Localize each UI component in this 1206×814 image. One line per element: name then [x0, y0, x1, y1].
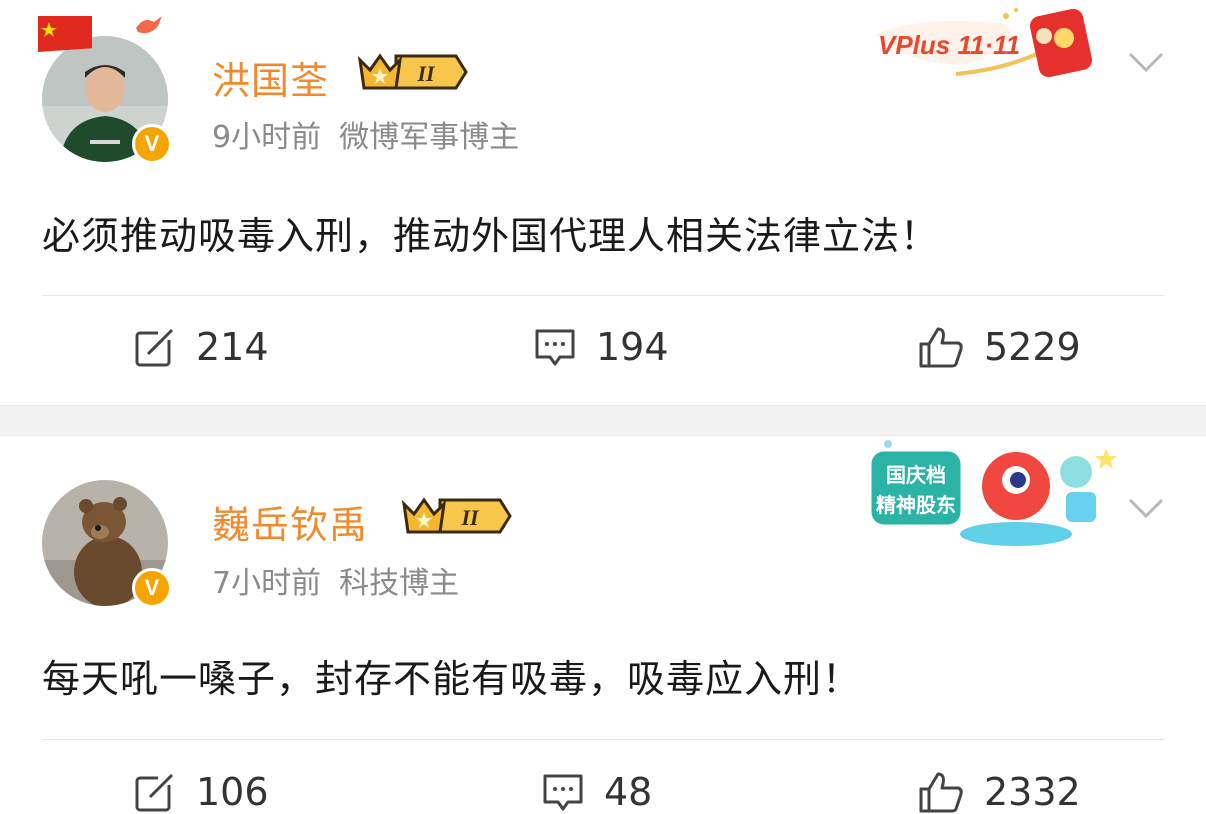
- china-flag-icon: [38, 16, 92, 52]
- post-meta: 9小时前 微博军事博主: [212, 112, 519, 156]
- vplus-banner[interactable]: VPlus 11·11: [866, 4, 1116, 86]
- level-text: II: [460, 505, 480, 530]
- author-name[interactable]: 洪国荃: [212, 50, 329, 105]
- level-text: II: [416, 61, 436, 86]
- divider: [42, 295, 1164, 296]
- post-separator: [0, 405, 1206, 436]
- crown-icon: II: [357, 53, 468, 90]
- verified-icon: V: [132, 568, 172, 608]
- post-source: 科技博主: [339, 566, 460, 601]
- verified-icon: V: [132, 124, 172, 164]
- post-time: 9小时前: [212, 120, 322, 155]
- comment-count: 48: [604, 770, 653, 814]
- repost-icon: [135, 326, 176, 367]
- like-icon: [919, 772, 963, 813]
- repost-button[interactable]: 106: [134, 770, 269, 814]
- author-avatar[interactable]: V: [38, 16, 172, 164]
- post-card: V 巍岳钦禹 II 7小时前 科技博主 国庆档 精神股东 每天吼一嗓子，封存不能有…: [0, 436, 1206, 814]
- dove-icon: [136, 16, 162, 34]
- like-button[interactable]: 2332: [918, 770, 1081, 814]
- comment-button[interactable]: 194: [534, 325, 669, 369]
- like-count: 2332: [984, 770, 1081, 814]
- banner-text: VPlus 11·11: [878, 30, 1020, 60]
- author-name[interactable]: 巍岳钦禹: [212, 494, 368, 549]
- chevron-down-icon[interactable]: [1128, 498, 1164, 518]
- svg-text:VPlus 11·11: VPlus 11·11: [878, 30, 1020, 60]
- comment-button[interactable]: 48: [542, 770, 652, 814]
- like-count: 5229: [984, 325, 1081, 369]
- national-day-banner[interactable]: 国庆档 精神股东: [866, 440, 1120, 552]
- divider: [42, 739, 1164, 740]
- post-card: V 洪国荃 II 9小时前 微博军事博主 VPlus 11·11 必须推动吸毒入刑…: [0, 0, 1206, 405]
- banner-line-1: 国庆档: [886, 463, 946, 487]
- like-button[interactable]: 5229: [918, 325, 1081, 369]
- repost-count: 106: [196, 770, 269, 814]
- repost-icon: [135, 771, 176, 812]
- post-text: 必须推动吸毒入刑，推动外国代理人相关法律立法！: [42, 214, 940, 258]
- post-source: 微博军事博主: [339, 120, 520, 155]
- post-time: 7小时前: [212, 566, 322, 601]
- post-text: 每天吼一嗓子，封存不能有吸毒，吸毒应入刑！: [42, 657, 862, 701]
- post-meta: 7小时前 科技博主: [212, 558, 459, 602]
- like-icon: [919, 327, 963, 368]
- comment-count: 194: [596, 325, 669, 369]
- comment-icon: [543, 774, 583, 811]
- chevron-down-icon[interactable]: [1128, 52, 1164, 72]
- crown-icon: II: [401, 497, 512, 534]
- repost-count: 214: [196, 325, 269, 369]
- author-avatar[interactable]: V: [42, 480, 172, 608]
- comment-icon: [535, 329, 575, 366]
- repost-button[interactable]: 214: [134, 325, 269, 369]
- banner-line-2: 精神股东: [876, 493, 956, 517]
